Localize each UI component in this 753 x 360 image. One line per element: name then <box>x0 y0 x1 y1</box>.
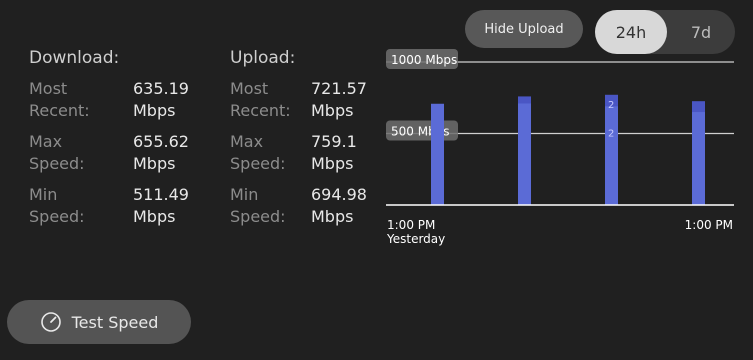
upload-max-speed-label: Max Speed: <box>230 131 320 175</box>
bar-data-label: 2 <box>608 100 614 111</box>
download-most-recent-value: 635.19 Mbps <box>133 78 213 122</box>
upload-min-speed-value: 694.98 Mbps <box>311 184 391 228</box>
x-label-end: 1:00 PM <box>684 218 733 232</box>
label-line: Max <box>230 132 264 151</box>
upload-bar <box>692 101 705 113</box>
label-line: Most <box>230 79 269 98</box>
bar-data-label: 2 <box>608 129 614 140</box>
y-tick-label: 1000 Mbps <box>391 53 457 67</box>
speed-chart: 1000 Mbps 500 Mbps 2 2 1:00 PM Yesterday 1:… <box>386 0 753 250</box>
label-line: Speed: <box>29 207 85 226</box>
test-speed-label: Test Speed <box>71 312 159 332</box>
label-line: Max <box>29 132 63 151</box>
chart-svg: 1000 Mbps500 Mbps22 <box>386 49 734 206</box>
download-bar <box>431 103 444 205</box>
download-min-speed-value: 511.49 Mbps <box>133 184 213 228</box>
upload-most-recent-label: Most Recent: <box>230 78 320 122</box>
download-most-recent-label: Most Recent: <box>29 78 119 122</box>
value-unit: Mbps <box>133 101 176 120</box>
value-unit: Mbps <box>311 101 354 120</box>
upload-max-speed-value: 759.1 Mbps <box>311 131 391 175</box>
value-number: 635.19 <box>133 79 189 98</box>
label-line: Recent: <box>29 101 90 120</box>
label-line: Min <box>29 185 58 204</box>
x-label-start-day: Yesterday <box>387 232 446 246</box>
download-min-speed-label: Min Speed: <box>29 184 119 228</box>
label-line: Most <box>29 79 68 98</box>
value-number: 694.98 <box>311 185 367 204</box>
value-number: 721.57 <box>311 79 367 98</box>
download-max-speed-label: Max Speed: <box>29 131 119 175</box>
x-label-start: 1:00 PM Yesterday <box>387 218 445 246</box>
value-unit: Mbps <box>133 207 176 226</box>
download-max-speed-value: 655.62 Mbps <box>133 131 213 175</box>
download-heading: Download: <box>29 48 120 68</box>
value-number: 511.49 <box>133 185 189 204</box>
download-bar <box>605 94 618 205</box>
label-line: Speed: <box>230 207 286 226</box>
test-speed-button[interactable]: Test Speed <box>7 300 191 344</box>
value-number: 655.62 <box>133 132 189 151</box>
download-bar <box>518 96 531 205</box>
upload-bar <box>518 96 531 104</box>
value-unit: Mbps <box>311 207 354 226</box>
label-line: Min <box>230 185 259 204</box>
label-line: Speed: <box>230 154 286 173</box>
value-unit: Mbps <box>311 154 354 173</box>
upload-heading: Upload: <box>230 48 296 68</box>
value-number: 759.1 <box>311 132 357 151</box>
label-line: Speed: <box>29 154 85 173</box>
upload-min-speed-label: Min Speed: <box>230 184 320 228</box>
speedometer-icon <box>40 312 61 332</box>
upload-most-recent-value: 721.57 Mbps <box>311 78 391 122</box>
value-unit: Mbps <box>133 154 176 173</box>
label-line: Recent: <box>230 101 291 120</box>
x-label-start-time: 1:00 PM <box>387 218 436 232</box>
download-bar <box>692 101 705 205</box>
